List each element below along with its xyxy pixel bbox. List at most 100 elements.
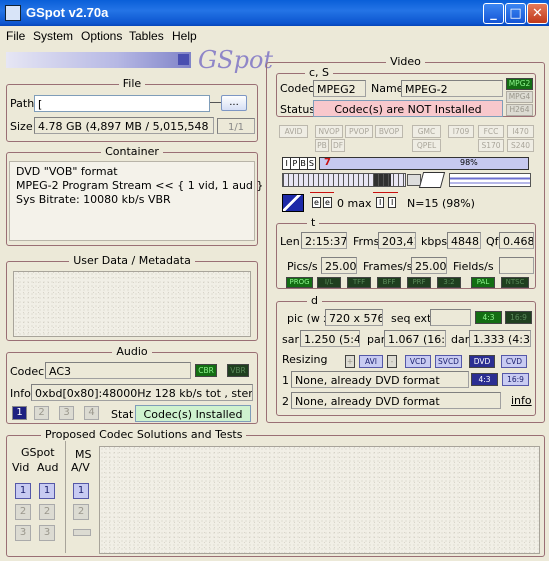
audio-stream-4[interactable]: 4 — [84, 406, 99, 420]
audio-stream-1[interactable]: 1 — [12, 406, 27, 420]
audio-info-field: 0xbd[0x80]:48000Hz 128 kb/s tot , stereo… — [31, 384, 253, 401]
solutions-area — [99, 446, 540, 554]
browse-button[interactable]: ... — [221, 95, 247, 111]
resize-dvd-button[interactable]: DVD — [469, 355, 495, 368]
aud-solution-3[interactable]: 3 — [39, 525, 55, 541]
dar-field: 1.333 (4:3) — [469, 330, 531, 347]
video-status-field: Codec(s) are NOT Installed — [313, 100, 503, 117]
vid-solution-2[interactable]: 2 — [15, 504, 31, 520]
audio-stat-field: Codec(s) Installed — [135, 405, 251, 422]
resize-aspect-16-9[interactable]: 16:9 — [502, 373, 529, 386]
resize-cvd-button[interactable]: CVD — [501, 355, 527, 368]
title-bar[interactable]: GSpot v2.70a _ □ ✕ — [0, 0, 549, 26]
tff-badge: TFF — [347, 277, 371, 288]
vid-solution-1[interactable]: 1 — [15, 483, 31, 499]
resize-svcd-button[interactable]: SVCD — [435, 355, 462, 368]
resize2-index: 2 — [282, 395, 289, 408]
proposed-divider — [65, 441, 66, 553]
part-indicator: 1/1 — [217, 118, 255, 134]
audio-group: Audio Codec AC3 CBR VBR Info 0xbd[0x80]:… — [6, 345, 258, 424]
resize-avi-button[interactable]: AVI — [359, 355, 383, 368]
userdata-group: User Data / Metadata — [6, 254, 258, 341]
df-badge: DF — [331, 139, 345, 152]
frame-type-s: S — [308, 159, 314, 168]
video-group: Video c, S Codec MPEG2 Name MPEG-2 MPG2 … — [266, 55, 545, 423]
gspot-logo: GSpot — [198, 46, 274, 74]
codec-subgroup-title: c, S — [305, 66, 334, 79]
vid-solution-3[interactable]: 3 — [15, 525, 31, 541]
container-group-title: Container — [101, 145, 163, 158]
frame-type-b: B — [300, 158, 308, 169]
i709-badge: I709 — [448, 125, 474, 138]
pic-label: pic (w x — [287, 312, 330, 325]
path-field[interactable]: [ — [34, 95, 210, 112]
gop-progress-fill — [320, 158, 524, 169]
mpg4-badge: MPG4 — [506, 91, 533, 103]
qf-label: Qf — [486, 235, 499, 248]
aud-solution-2[interactable]: 2 — [39, 504, 55, 520]
gspot-window: GSpot v2.70a _ □ ✕ File System Options T… — [0, 0, 549, 561]
resize-aspect-4-3[interactable]: 4:3 — [471, 373, 498, 386]
maximize-button[interactable]: □ — [505, 3, 526, 24]
menu-bar: File System Options Tables Help — [0, 26, 549, 46]
nvop-badge: NVOP — [315, 125, 343, 138]
size-field: 4.78 GB (4,897 MB / 5,015,548 KB — [34, 117, 214, 134]
sar-label: sar — [282, 333, 299, 346]
buffer-text: 0 max — [337, 197, 372, 210]
resize1-index: 1 — [282, 374, 289, 387]
size-label: Size — [10, 120, 33, 133]
resize-plus-button[interactable]: + — [345, 355, 355, 368]
audio-stream-3[interactable]: 3 — [59, 406, 74, 420]
frames-label: Frames/s — [363, 260, 413, 273]
mpg2-badge: MPG2 — [506, 78, 533, 90]
menu-options[interactable]: Options — [81, 29, 122, 43]
banner-gradient — [6, 52, 191, 68]
container-group: Container DVD "VOB" format MPEG-2 Progra… — [6, 145, 263, 246]
banner-block-icon — [178, 54, 189, 65]
seqext-field — [430, 309, 471, 326]
gop-bracket: I I — [373, 192, 398, 212]
resize-minus-button[interactable]: - — [387, 355, 397, 368]
audio-group-title: Audio — [112, 345, 152, 358]
audio-stream-2[interactable]: 2 — [34, 406, 49, 420]
ntsc-badge: NTSC — [501, 277, 529, 288]
pic-field: 720 x 576 — [325, 309, 383, 326]
video-codec-label: Codec — [280, 82, 315, 95]
audio-info-label: Info — [10, 387, 31, 400]
menu-tables[interactable]: Tables — [129, 29, 164, 43]
prog-badge: PROG — [286, 277, 313, 288]
bvop-badge: BVOP — [375, 125, 403, 138]
resize1-field: None, already DVD format — [291, 371, 469, 388]
menu-help[interactable]: Help — [172, 29, 197, 43]
timing-subgroup-title: t — [307, 216, 320, 229]
len-field: 2:15:37 — [301, 232, 347, 249]
dimension-subgroup: d pic (w x 720 x 576 seq ext 4:3 16:9 sa… — [276, 294, 536, 416]
fcc-badge: FCC — [478, 125, 504, 138]
minimize-button[interactable]: _ — [483, 3, 504, 24]
h264-badge: H264 — [506, 104, 533, 116]
resize-vcd-button[interactable]: VCD — [405, 355, 431, 368]
audio-stat-label: Stat — [111, 408, 134, 421]
ms-av-solution-2[interactable]: 2 — [73, 504, 89, 520]
s240-badge: S240 — [507, 139, 534, 152]
codec-subgroup: c, S Codec MPEG2 Name MPEG-2 MPG2 MPG4 H… — [276, 66, 536, 117]
menu-system[interactable]: System — [33, 29, 73, 43]
gmc-badge: GMC — [412, 125, 441, 138]
aspect-4-3-badge: 4:3 — [475, 311, 502, 324]
i470-badge: I470 — [507, 125, 534, 138]
ms-av-solution-1[interactable]: 1 — [73, 483, 89, 499]
pics-label: Pics/s — [287, 260, 318, 273]
file-group-title: File — [118, 77, 146, 90]
dar-label: dar — [451, 333, 470, 346]
len-label: Len — [280, 235, 300, 248]
info-link[interactable]: info — [511, 394, 532, 407]
file-group: File Path [ ... Size 4.78 GB (4,897 MB /… — [6, 77, 258, 142]
frame-count: 7 — [324, 157, 331, 168]
il-badge: I/L — [317, 277, 341, 288]
aud-solution-1[interactable]: 1 — [39, 483, 55, 499]
menu-file[interactable]: File — [6, 29, 25, 43]
audio-codec-label: Codec — [10, 365, 45, 378]
pics-field: 25.000 — [321, 257, 357, 274]
close-button[interactable]: ✕ — [527, 3, 548, 24]
ms-av-slot — [73, 529, 91, 536]
